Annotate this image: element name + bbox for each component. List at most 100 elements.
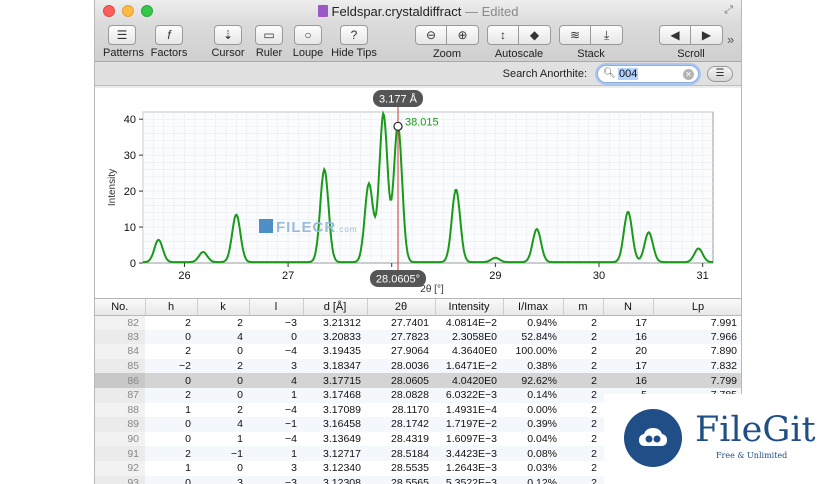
table-row[interactable]: 86 0 0 4 3.17715 28.0605 4.0420E0 92.62% 2 16 7.79… <box>95 373 741 388</box>
table-cell: 2 <box>563 446 603 461</box>
table-row[interactable]: 83 0 4 0 3.20833 27.7823 2.3058E0 52.84% 2 16 7.96… <box>95 329 741 345</box>
table-row[interactable]: 85 −2 2 3 3.18347 28.0036 1.6471E−2 0.38% 2 17 7.8… <box>95 358 741 374</box>
table-cell: −1 <box>249 417 303 432</box>
table-cell: 1.7197E−2 <box>435 417 503 432</box>
column-header[interactable]: N <box>603 299 654 316</box>
table-cell: 3.12717 <box>303 446 367 461</box>
table-cell: 0.94% <box>527 316 557 329</box>
list-view-button[interactable]: ☰ <box>707 66 733 82</box>
cursor-button[interactable]: ⇣ Cursor <box>209 25 247 59</box>
filecr-watermark: FILECR.com <box>259 219 358 236</box>
diffraction-plot[interactable]: 2627282930310102030402θ [°]Intensity38.0… <box>95 88 742 298</box>
x-tick-label: 29 <box>489 270 501 282</box>
table-cell: 0 <box>185 433 191 446</box>
column-header[interactable]: k <box>197 299 250 316</box>
y-tick-label: 10 <box>124 222 136 234</box>
filecr-domain: .com <box>336 225 358 234</box>
table-cell: 2 <box>145 446 197 461</box>
chart-svg[interactable]: 2627282930310102030402θ [°]Intensity38.0… <box>95 88 742 298</box>
table-cell: −4 <box>285 403 297 416</box>
clear-search-icon[interactable]: ✕ <box>683 69 694 80</box>
table-cell: 28.5535 <box>391 462 429 475</box>
table-cell: 1 <box>249 387 303 403</box>
zoom-out-icon[interactable]: ⊖ <box>415 25 447 45</box>
table-cell: 6.0322E−3 <box>435 387 503 403</box>
table-cell: 2 <box>591 316 597 329</box>
fullscreen-icon[interactable]: ⤢ <box>724 4 733 17</box>
table-row[interactable]: 84 2 0 −4 3.19435 27.9064 4.3640E0 100.00% 2 20 7.… <box>95 344 741 359</box>
table-cell: 3.17715 <box>303 373 367 388</box>
table-cell: 1.2643E−3 <box>445 462 497 475</box>
table-cell: 82 <box>95 315 145 330</box>
y-tick-label: 30 <box>124 150 136 162</box>
table-cell: 1.6097E−3 <box>445 433 497 446</box>
stack-icon[interactable]: ≋ <box>559 25 591 45</box>
table-cell: 28.5565 <box>367 475 435 484</box>
autoscale-all-icon[interactable]: ◆ <box>519 25 551 45</box>
table-cell: 0.12% <box>503 475 563 484</box>
ruler-button[interactable]: ▭ Ruler <box>251 25 287 59</box>
column-header[interactable]: Lp <box>653 299 741 316</box>
table-cell: 28.5184 <box>367 446 435 461</box>
scroll-left-icon[interactable]: ◀ <box>659 25 691 45</box>
table-cell: 4 <box>197 329 249 345</box>
table-cell: 4.3640E0 <box>452 345 497 358</box>
autoscale-control: ↕ ◆ <box>487 25 551 45</box>
table-cell: 1 <box>249 446 303 461</box>
y-tick-label: 20 <box>124 186 136 198</box>
table-cell: 3.4423E−3 <box>435 446 503 461</box>
table-cell: 16 <box>603 373 653 388</box>
filecr-logo-icon <box>259 219 273 233</box>
column-header[interactable]: Intensity <box>435 299 504 316</box>
table-cell: 4.0420E0 <box>435 373 503 388</box>
cursor-label: Cursor <box>211 47 245 59</box>
table-cell: 7.799 <box>653 373 741 388</box>
factors-button[interactable]: f Factors <box>149 25 189 59</box>
x-tick-label: 30 <box>593 270 605 282</box>
column-header[interactable]: No. <box>95 299 146 316</box>
x-tick-label: 31 <box>697 270 709 282</box>
table-cell: 84 <box>95 344 145 359</box>
zoom-control: ⊖ ⊕ <box>415 25 479 45</box>
search-icon: 🔍︎ <box>603 68 616 79</box>
zoom-in-icon[interactable]: ⊕ <box>447 25 479 45</box>
table-cell: 2 <box>563 387 603 403</box>
patterns-label: Patterns <box>103 47 144 59</box>
column-header[interactable]: h <box>145 299 198 316</box>
table-cell: 0 <box>197 387 249 403</box>
column-header[interactable]: l <box>249 299 304 316</box>
scroll-right-icon[interactable]: ▶ <box>691 25 723 45</box>
x-axis-label: 2θ [°] <box>420 284 444 295</box>
table-row[interactable]: 82 2 2 −3 3.21312 27.7401 4.0814E−2 0.94% 2 17 7.9… <box>95 315 741 330</box>
loupe-button[interactable]: ○ Loupe <box>291 25 325 59</box>
table-cell: 3.17089 <box>323 403 361 416</box>
filegit-tagline: Free & Unlimited <box>716 451 788 460</box>
column-header[interactable]: I/Imax <box>503 299 564 316</box>
table-cell: 85 <box>95 358 145 374</box>
autoscale-vertical-icon[interactable]: ↕ <box>487 25 519 45</box>
toolbar-overflow-icon[interactable]: » <box>727 32 734 47</box>
table-cell: 92.62% <box>503 373 563 388</box>
scroll-control: ◀ ▶ <box>659 25 723 45</box>
factors-label: Factors <box>150 47 188 59</box>
table-cell: 0 <box>237 345 243 358</box>
patterns-button[interactable]: ☰ Patterns <box>103 25 144 59</box>
filecr-text: FILECR <box>276 219 337 236</box>
search-input[interactable]: 🔍︎ 004 ✕ <box>597 65 699 83</box>
table-cell: 27.9064 <box>391 345 429 358</box>
column-header[interactable]: 2θ <box>367 299 436 316</box>
x-tick-label: 27 <box>282 270 294 282</box>
table-cell: 28.0036 <box>367 358 435 374</box>
table-cell: 28.0828 <box>367 387 435 403</box>
table-cell: 2 <box>145 387 197 403</box>
table-cell: 28.1742 <box>367 417 435 432</box>
unstack-icon[interactable]: ⤓ <box>591 25 623 45</box>
table-cell: 2 <box>563 417 603 432</box>
hide-tips-label: Hide Tips <box>331 47 377 59</box>
table-cell: 1 <box>185 403 191 416</box>
column-header[interactable]: m <box>563 299 604 316</box>
hide-tips-button[interactable]: ? Hide Tips <box>329 25 379 59</box>
table-cell: 27.7401 <box>391 316 429 329</box>
column-header[interactable]: d [Å] <box>303 299 368 316</box>
table-cell: 17 <box>603 358 653 374</box>
